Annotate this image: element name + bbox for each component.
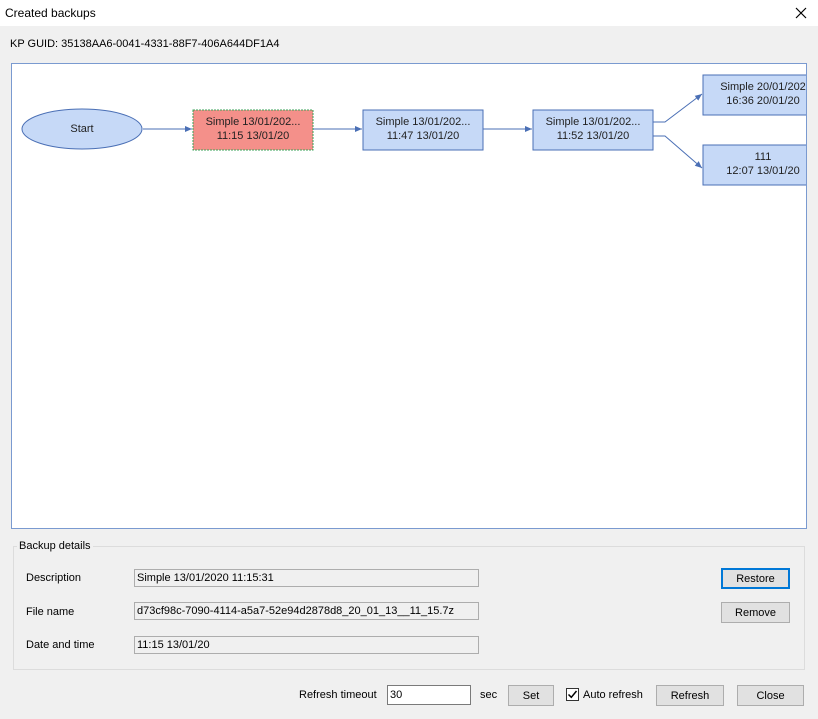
file-name-field[interactable]: d73cf98c-7090-4114-a5a7-52e94d2878d8_20_… (134, 602, 479, 620)
graph-node[interactable]: 111 12:07 13/01/20 (702, 144, 806, 186)
refresh-timeout-label: Refresh timeout (299, 689, 377, 701)
checkmark-icon (567, 690, 578, 699)
window-title: Created backups (5, 6, 96, 20)
date-time-label: Date and time (26, 639, 95, 651)
edge-n3-n4 (653, 93, 703, 123)
edge-n3-n5 (653, 135, 703, 169)
node-2-line1: Simple 13/01/202... (376, 116, 471, 128)
node-4-line1: Simple 20/01/202 (720, 81, 806, 93)
graph-canvas: Start Simple 13/01/202... 11:15 13/01/20… (21, 74, 806, 186)
restore-button[interactable]: Restore (721, 568, 790, 589)
node-1-line2: 11:15 13/01/20 (217, 130, 290, 142)
node-3-line2: 11:52 13/01/20 (557, 130, 630, 142)
file-name-label: File name (26, 606, 75, 618)
node-5-line1: 111 (755, 151, 772, 163)
graph-node-selected[interactable]: Simple 13/01/202... 11:15 13/01/20 (192, 109, 314, 151)
node-3-line1: Simple 13/01/202... (546, 116, 641, 128)
graph-node[interactable]: Simple 13/01/202... 11:47 13/01/20 (362, 109, 484, 151)
refresh-timeout-input[interactable]: 30 (387, 685, 471, 705)
node-2-line2: 11:47 13/01/20 (387, 130, 460, 142)
graph-node[interactable]: Simple 13/01/202... 11:52 13/01/20 (532, 109, 654, 151)
sec-label: sec (480, 689, 498, 701)
refresh-button[interactable]: Refresh (656, 685, 724, 706)
node-5-line2: 12:07 13/01/20 (726, 165, 799, 177)
close-window-button[interactable] (784, 0, 818, 26)
auto-refresh-checkbox[interactable] (566, 688, 579, 701)
graph-node[interactable]: Simple 20/01/202 16:36 20/01/20 (702, 74, 806, 116)
node-1-line1: Simple 13/01/202... (206, 116, 301, 128)
node-start-label: Start (70, 123, 93, 135)
set-button[interactable]: Set (508, 685, 554, 706)
description-field[interactable]: Simple 13/01/2020 11:15:31 (134, 569, 479, 587)
description-label: Description (26, 572, 82, 584)
title-bar: Created backups (0, 0, 818, 26)
date-time-field[interactable]: 11:15 13/01/20 (134, 636, 479, 654)
kp-guid-label: KP GUID: 35138AA6-0041-4331-88F7-406A644… (10, 38, 280, 50)
remove-button[interactable]: Remove (721, 602, 790, 623)
backup-graph[interactable]: Start Simple 13/01/202... 11:15 13/01/20… (11, 63, 807, 529)
close-icon (795, 7, 807, 19)
close-button[interactable]: Close (737, 685, 804, 706)
node-4-line2: 16:36 20/01/20 (726, 95, 799, 107)
backup-details-label: Backup details (17, 540, 93, 552)
graph-node-start[interactable]: Start (21, 108, 143, 150)
auto-refresh-label[interactable]: Auto refresh (583, 689, 643, 701)
